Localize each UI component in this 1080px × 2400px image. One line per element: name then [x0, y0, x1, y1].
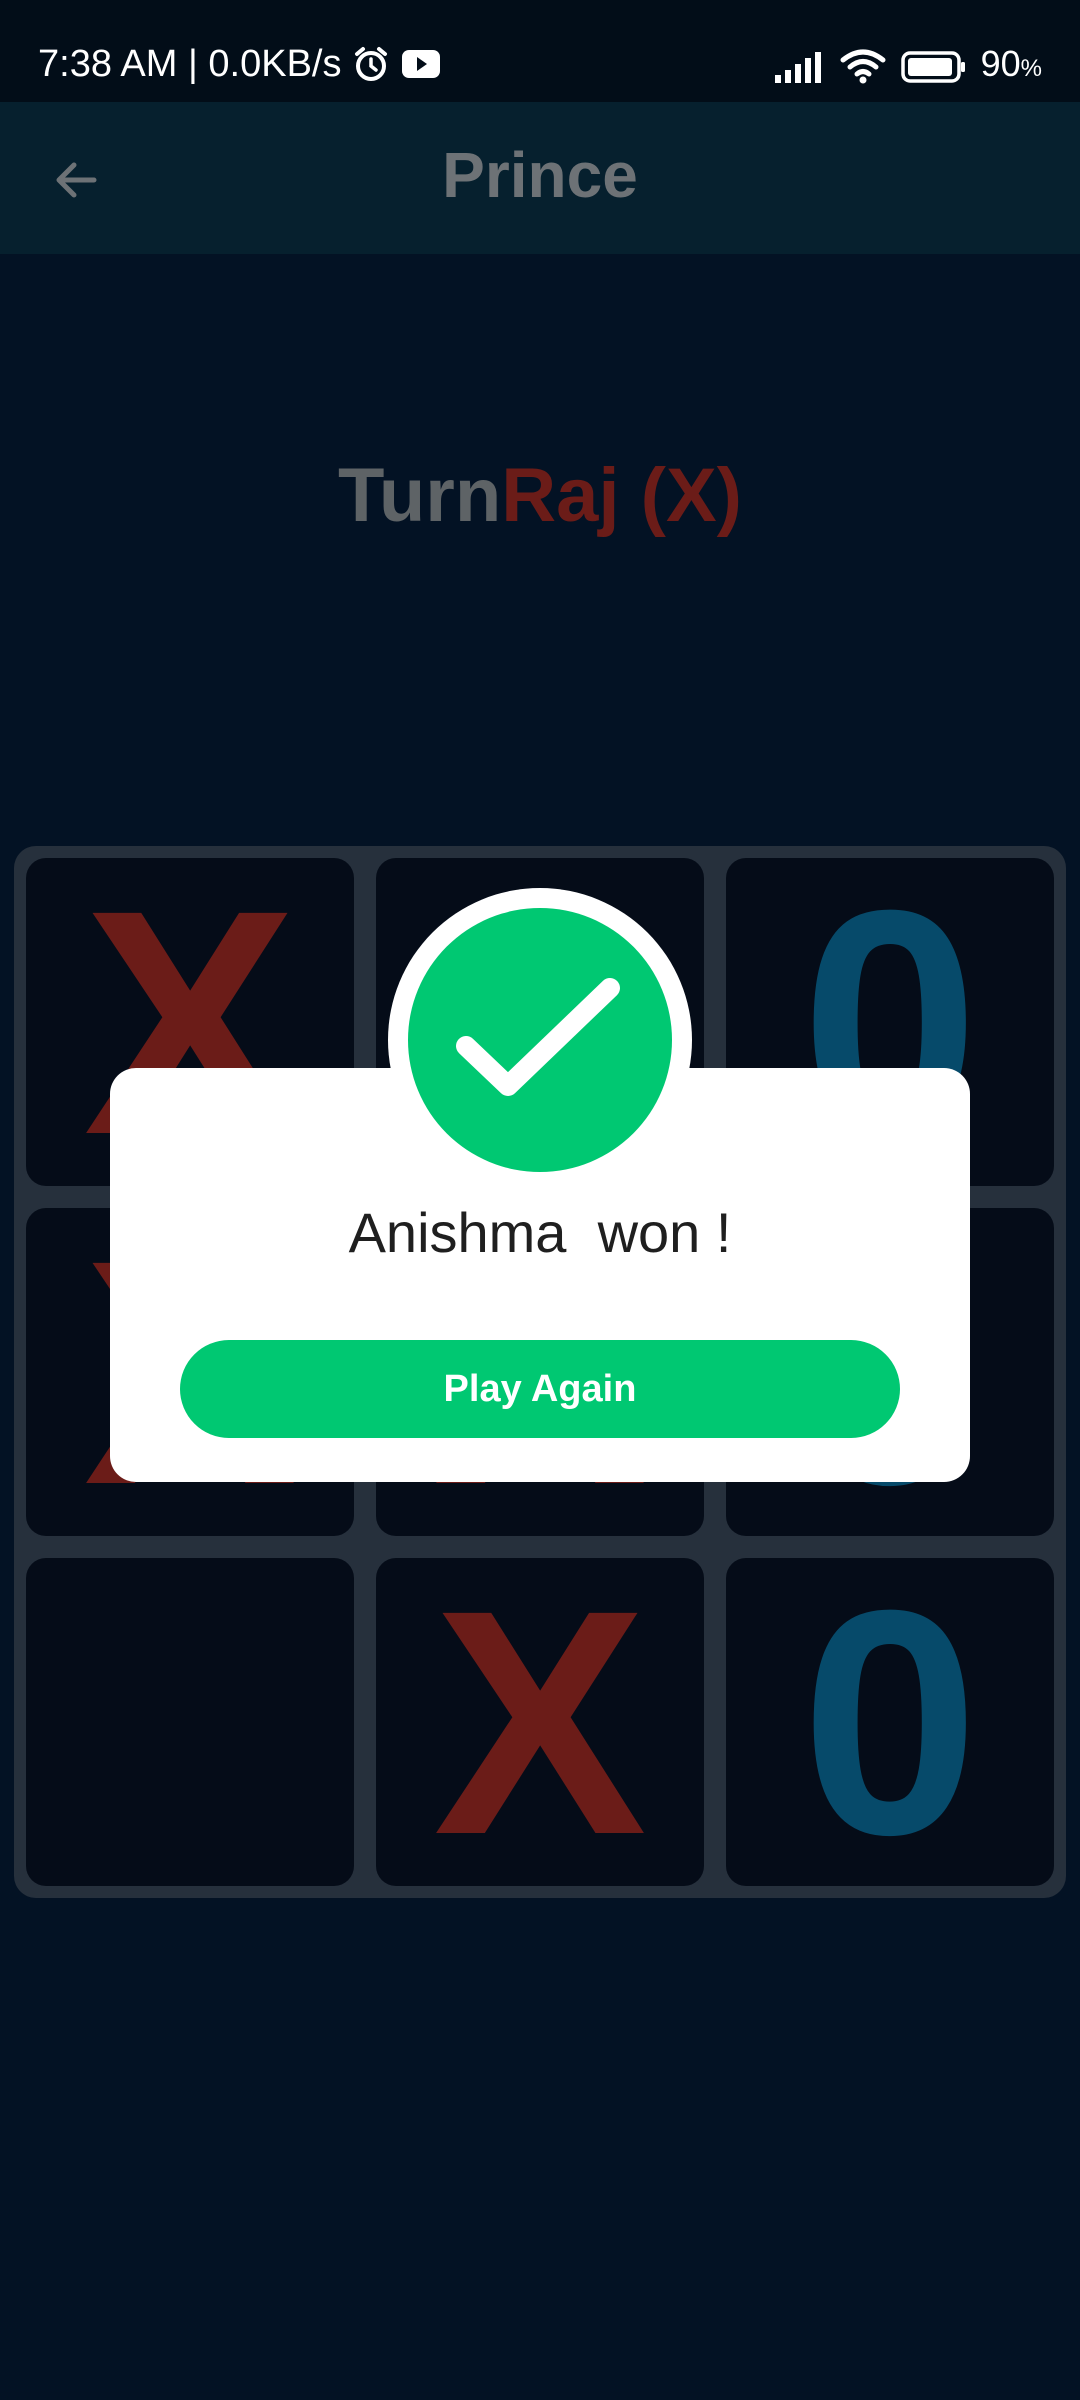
turn-indicator: TurnRaj (X) [0, 452, 1080, 539]
status-left: 7:38 AM | 0.0KB/s [38, 40, 441, 88]
signal-icon [773, 49, 825, 85]
cell-mark: X [433, 1558, 647, 1886]
app-bar: Prince [0, 102, 1080, 254]
board-cell[interactable] [26, 1558, 354, 1886]
battery-icon [900, 50, 967, 84]
check-icon [456, 978, 620, 1096]
play-again-button[interactable]: Play Again [180, 1340, 900, 1438]
wifi-icon [839, 48, 887, 86]
win-message: Anishma won ! [348, 1201, 732, 1264]
turn-player: Raj (X) [501, 453, 742, 538]
status-time-speed: 7:38 AM | 0.0KB/s [38, 43, 342, 85]
battery-level: 90% [980, 43, 1042, 84]
alarm-icon [351, 44, 391, 84]
board-cell[interactable]: 0 [726, 1558, 1054, 1886]
cell-mark: 0 [801, 1558, 979, 1886]
page-title: Prince [442, 139, 638, 211]
youtube-icon [401, 48, 441, 80]
status-bar: 7:38 AM | 0.0KB/s 90% [0, 0, 1080, 102]
turn-label: Turn [338, 453, 502, 538]
status-right: 90% [773, 40, 1042, 93]
check-circle-icon [408, 908, 672, 1172]
board-cell[interactable]: X [376, 1558, 704, 1886]
